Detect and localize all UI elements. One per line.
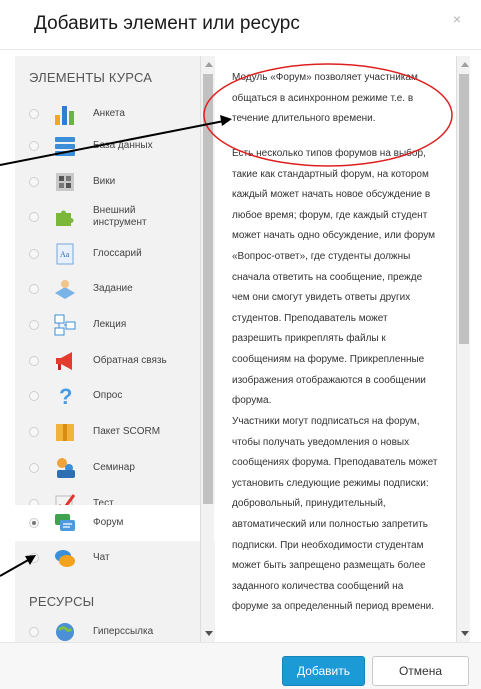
module-label: Обратная связь bbox=[93, 355, 167, 366]
module-item-survey[interactable]: Анкета bbox=[15, 96, 215, 132]
radio-assignment[interactable] bbox=[29, 284, 39, 294]
module-item-forum[interactable]: Форум bbox=[15, 505, 215, 541]
puzzle-icon bbox=[56, 210, 74, 226]
module-item-scorm[interactable]: Пакет SCORM bbox=[15, 414, 215, 450]
radio-wiki[interactable] bbox=[29, 177, 39, 187]
assignment-icon bbox=[55, 280, 75, 299]
module-description: Модуль «Форум» позволяет участникам обща… bbox=[218, 56, 456, 642]
module-item-chat[interactable]: Чат bbox=[15, 540, 215, 576]
package-icon bbox=[56, 424, 74, 441]
scroll-up-icon[interactable] bbox=[461, 62, 469, 67]
module-label: Задание bbox=[93, 283, 133, 294]
survey-chart-icon bbox=[55, 106, 74, 125]
module-item-lesson[interactable]: Лекция bbox=[15, 307, 215, 343]
module-label: Пакет SCORM bbox=[93, 426, 161, 437]
description-scrollbar[interactable] bbox=[456, 56, 470, 642]
module-item-database[interactable]: База данных bbox=[15, 128, 215, 164]
radio-survey[interactable] bbox=[29, 109, 39, 119]
forum-icon bbox=[55, 514, 75, 531]
radio-chat[interactable] bbox=[29, 553, 39, 563]
url-icon bbox=[56, 623, 74, 641]
module-item-assignment[interactable]: Задание bbox=[15, 271, 215, 307]
scroll-up-icon[interactable] bbox=[205, 62, 213, 67]
database-icon bbox=[55, 137, 75, 156]
radio-choice[interactable] bbox=[29, 391, 39, 401]
module-list-scrollbar[interactable] bbox=[200, 56, 214, 642]
radio-forum[interactable] bbox=[29, 518, 39, 528]
chat-icon bbox=[55, 550, 75, 567]
module-label: Форум bbox=[93, 517, 124, 528]
scrollbar-thumb[interactable] bbox=[459, 74, 469, 344]
radio-feedback[interactable] bbox=[29, 356, 39, 366]
svg-text:?: ? bbox=[59, 384, 72, 408]
section-activities-heading: ЭЛЕМЕНТЫ КУРСА bbox=[29, 70, 153, 85]
module-label: Чат bbox=[93, 552, 110, 563]
scrollbar-thumb[interactable] bbox=[203, 74, 213, 504]
module-list: ЭЛЕМЕНТЫ КУРСА Анкета База данных Вики В… bbox=[15, 56, 215, 642]
radio-database[interactable] bbox=[29, 141, 39, 151]
module-label: Опрос bbox=[93, 390, 123, 401]
radio-lesson[interactable] bbox=[29, 320, 39, 330]
scroll-down-icon[interactable] bbox=[205, 631, 213, 636]
module-item-feedback[interactable]: Обратная связь bbox=[15, 343, 215, 379]
question-icon: ? bbox=[59, 384, 72, 408]
lesson-icon bbox=[54, 314, 76, 336]
radio-url[interactable] bbox=[29, 627, 39, 637]
section-resources-heading: РЕСУРСЫ bbox=[29, 594, 95, 609]
svg-text:Aa: Aa bbox=[60, 250, 70, 259]
add-activity-dialog: Добавить элемент или ресурс × ЭЛЕМЕНТЫ К… bbox=[0, 0, 481, 689]
module-item-lti[interactable]: Внешний инструмент bbox=[15, 199, 215, 235]
dialog-title: Добавить элемент или ресурс bbox=[34, 13, 300, 34]
radio-workshop[interactable] bbox=[29, 463, 39, 473]
radio-glossary[interactable] bbox=[29, 249, 39, 259]
description-paragraph-2: Есть несколько типов форумов на выбор, т… bbox=[232, 148, 436, 407]
module-label: Вики bbox=[93, 176, 116, 187]
module-label: Внешний инструмент bbox=[93, 205, 147, 228]
module-item-url[interactable]: Гиперссылка bbox=[15, 614, 215, 642]
dialog-header: Добавить элемент или ресурс × bbox=[0, 0, 481, 50]
module-label: База данных bbox=[93, 140, 153, 151]
module-label: Глоссарий bbox=[93, 248, 142, 259]
glossary-icon: Aa bbox=[56, 243, 74, 265]
description-paragraph-1: Модуль «Форум» позволяет участникам обща… bbox=[232, 72, 418, 125]
megaphone-icon bbox=[56, 352, 72, 370]
radio-lti[interactable] bbox=[29, 212, 39, 222]
radio-scorm[interactable] bbox=[29, 427, 39, 437]
module-item-workshop[interactable]: Семинар bbox=[15, 450, 215, 486]
module-item-glossary[interactable]: Aa Глоссарий bbox=[15, 236, 215, 272]
description-paragraph-3: Участники могут подписаться на форум, чт… bbox=[232, 416, 438, 613]
close-icon[interactable]: × bbox=[453, 11, 461, 27]
wiki-icon bbox=[56, 173, 74, 191]
scroll-down-icon[interactable] bbox=[461, 631, 469, 636]
module-label: Семинар bbox=[93, 462, 135, 473]
module-label: Анкета bbox=[93, 108, 125, 119]
add-button[interactable]: Добавить bbox=[282, 656, 365, 686]
module-item-choice[interactable]: ? Опрос bbox=[15, 378, 215, 414]
cancel-button[interactable]: Отмена bbox=[372, 656, 469, 686]
workshop-icon bbox=[57, 458, 75, 478]
module-label: Гиперссылка bbox=[93, 626, 154, 637]
module-item-wiki[interactable]: Вики bbox=[15, 164, 215, 200]
module-label: Лекция bbox=[93, 319, 127, 330]
